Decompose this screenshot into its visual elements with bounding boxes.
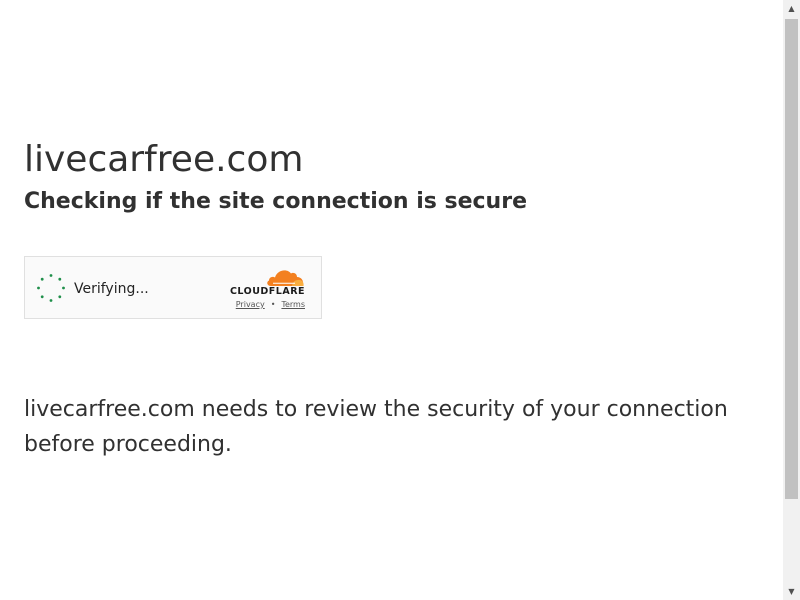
spinner-icon xyxy=(37,274,65,302)
verifying-status: Verifying... xyxy=(74,281,149,297)
turnstile-widget[interactable]: Verifying... CLOUDFLARE Privacy • Terms xyxy=(24,256,322,319)
site-title: livecarfree.com xyxy=(24,139,304,180)
link-separator: • xyxy=(270,300,276,309)
security-message: livecarfree.com needs to review the secu… xyxy=(24,397,728,457)
cloudflare-wordmark: CLOUDFLARE xyxy=(229,286,305,297)
challenge-content: livecarfree.com Checking if the site con… xyxy=(24,138,764,457)
page-subtitle: Checking if the site connection is secur… xyxy=(24,189,527,214)
cloudflare-logo[interactable]: CLOUDFLARE Privacy • Terms xyxy=(225,267,305,311)
terms-link[interactable]: Terms xyxy=(281,300,305,309)
scroll-up-arrow-icon[interactable]: ▲ xyxy=(783,0,800,17)
scroll-down-arrow-icon[interactable]: ▼ xyxy=(783,583,800,600)
scrollbar-thumb[interactable] xyxy=(785,19,798,499)
vertical-scrollbar[interactable]: ▲ ▼ xyxy=(783,0,800,600)
privacy-link[interactable]: Privacy xyxy=(236,300,265,309)
cloudflare-links: Privacy • Terms xyxy=(236,300,305,310)
page-viewport: livecarfree.com Checking if the site con… xyxy=(0,0,783,600)
cloudflare-cloud-icon xyxy=(267,270,304,286)
